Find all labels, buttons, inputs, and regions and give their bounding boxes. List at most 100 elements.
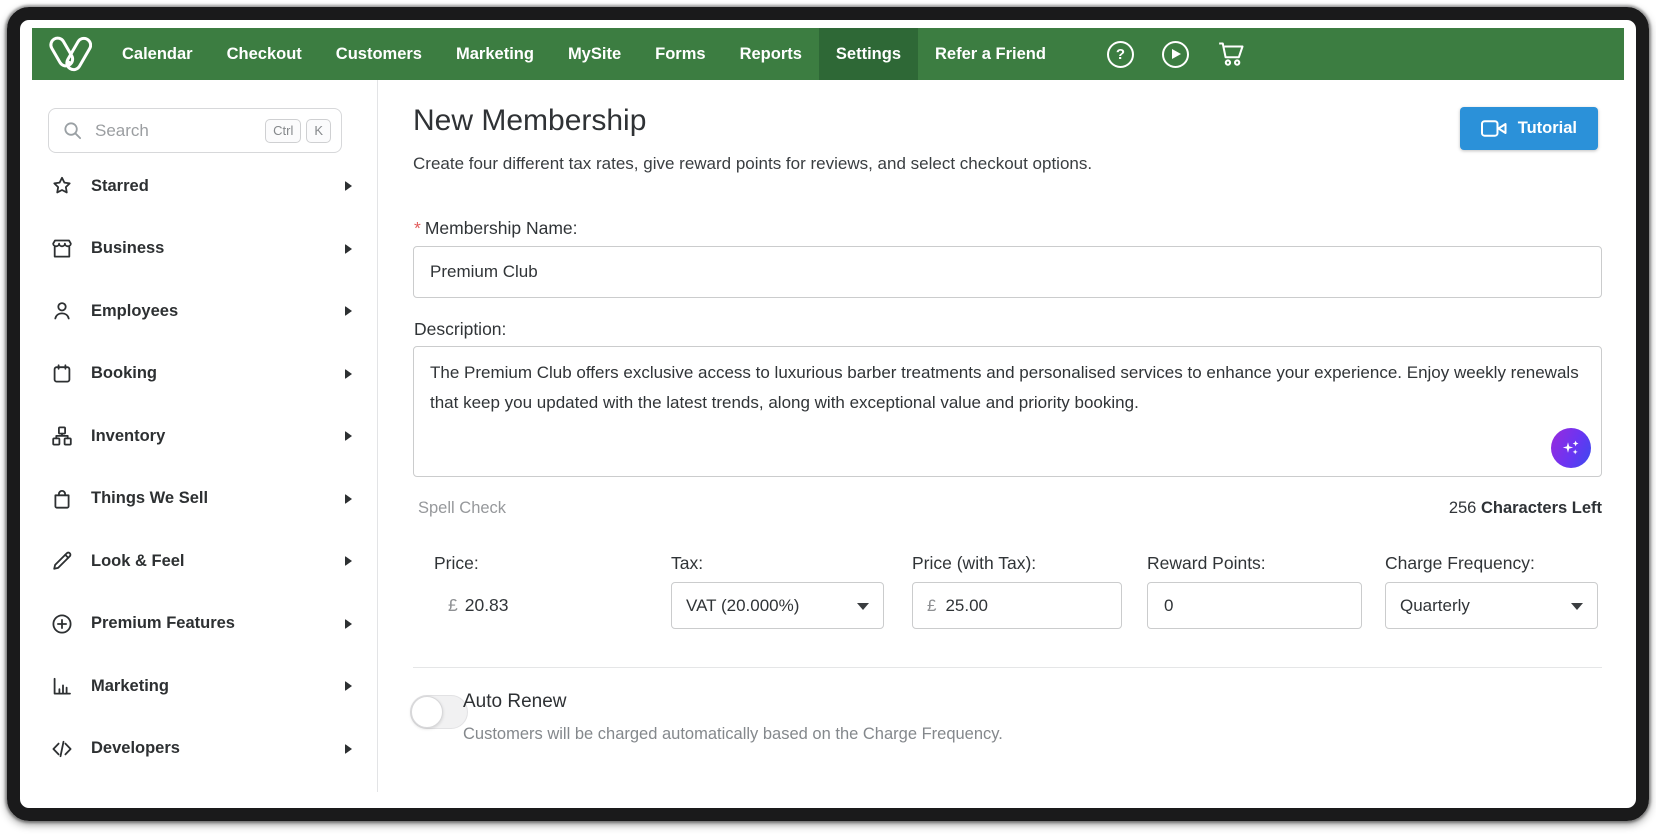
chevron-right-icon	[345, 431, 352, 441]
sidebar-item-label: Things We Sell	[91, 489, 345, 508]
person-icon	[50, 299, 74, 323]
characters-left: 256 Characters Left	[1449, 499, 1602, 518]
tutorial-button[interactable]: Tutorial	[1460, 107, 1598, 150]
charge-frequency-column: Charge Frequency: Quarterly	[1385, 553, 1598, 629]
charge-frequency-value: Quarterly	[1400, 596, 1470, 616]
currency-symbol: £	[927, 596, 936, 616]
tax-dropdown[interactable]: VAT (20.000%)	[671, 582, 884, 629]
video-camera-icon	[1481, 120, 1507, 137]
sidebar-item-marketing[interactable]: Marketing	[50, 655, 352, 718]
chevron-right-icon	[345, 681, 352, 691]
nav-item-calendar[interactable]: Calendar	[105, 28, 210, 80]
nav-item-settings[interactable]: Settings	[819, 28, 918, 80]
cart-icon[interactable]	[1217, 40, 1247, 68]
pencil-icon	[50, 549, 74, 573]
nav-icon-buttons: ?	[1107, 40, 1247, 68]
chevron-right-icon	[345, 556, 352, 566]
chevron-right-icon	[345, 181, 352, 191]
sidebar-item-developers[interactable]: Developers	[50, 718, 352, 781]
reward-points-column: Reward Points:	[1147, 553, 1362, 629]
k-keycap: K	[306, 119, 331, 143]
search-icon	[62, 120, 83, 141]
main-content: New Membership Create four different tax…	[413, 80, 1602, 792]
sidebar-divider	[377, 80, 378, 792]
nav-item-reports[interactable]: Reports	[723, 28, 819, 80]
chevron-right-icon	[345, 244, 352, 254]
section-divider	[413, 667, 1602, 668]
sidebar-item-label: Inventory	[91, 427, 345, 446]
auto-renew-title: Auto Renew	[463, 691, 567, 713]
nav-menu: Calendar Checkout Customers Marketing My…	[105, 28, 1063, 80]
nav-item-marketing[interactable]: Marketing	[439, 28, 551, 80]
sidebar-item-label: Starred	[91, 177, 345, 196]
description-label: Description:	[414, 319, 506, 340]
sidebar-item-label: Booking	[91, 364, 345, 383]
description-textarea[interactable]: The Premium Club offers exclusive access…	[413, 346, 1602, 477]
chevron-right-icon	[345, 494, 352, 504]
boxes-icon	[50, 424, 74, 448]
help-icon[interactable]: ?	[1107, 41, 1134, 68]
bag-icon	[50, 487, 74, 511]
sidebar-item-label: Marketing	[91, 677, 345, 696]
sidebar-item-employees[interactable]: Employees	[50, 280, 352, 343]
ai-assist-button[interactable]	[1551, 428, 1591, 468]
reward-points-input[interactable]	[1162, 595, 1347, 617]
price-label: Price:	[434, 553, 509, 574]
sidebar-menu: Starred Business Employees Booking Inven…	[50, 155, 352, 780]
chevron-down-icon	[857, 603, 869, 610]
sidebar-item-starred[interactable]: Starred	[50, 155, 352, 218]
nav-item-mysite[interactable]: MySite	[551, 28, 638, 80]
sidebar-item-inventory[interactable]: Inventory	[50, 405, 352, 468]
price-with-tax-input[interactable]	[943, 595, 1107, 617]
sparkles-icon	[1560, 437, 1582, 459]
nav-item-checkout[interactable]: Checkout	[210, 28, 319, 80]
characters-left-label: Characters Left	[1481, 499, 1602, 517]
currency-symbol: £	[448, 595, 458, 615]
reward-points-label: Reward Points:	[1147, 553, 1362, 574]
code-icon	[50, 737, 74, 761]
nav-item-refer-a-friend[interactable]: Refer a Friend	[918, 28, 1063, 80]
chevron-right-icon	[345, 619, 352, 629]
search-input[interactable]	[93, 120, 260, 142]
calendar-icon	[50, 362, 74, 386]
price-with-tax-label: Price (with Tax):	[912, 553, 1122, 574]
price-with-tax-column: Price (with Tax): £	[912, 553, 1122, 629]
chevron-right-icon	[345, 306, 352, 316]
chevron-right-icon	[345, 744, 352, 754]
sidebar-item-booking[interactable]: Booking	[50, 343, 352, 406]
toggle-knob	[411, 696, 443, 728]
membership-name-label: *Membership Name:	[414, 218, 578, 239]
auto-renew-description: Customers will be charged automatically …	[463, 725, 1003, 744]
nav-item-customers[interactable]: Customers	[319, 28, 439, 80]
top-nav: Calendar Checkout Customers Marketing My…	[32, 28, 1624, 80]
tax-dropdown-value: VAT (20.000%)	[686, 596, 799, 616]
sidebar-item-label: Premium Features	[91, 614, 345, 633]
chevron-right-icon	[345, 369, 352, 379]
charge-frequency-dropdown[interactable]: Quarterly	[1385, 582, 1598, 629]
price-column: Price: £20.83	[434, 553, 509, 616]
sidebar-item-things-we-sell[interactable]: Things We Sell	[50, 468, 352, 531]
sidebar-item-label: Look & Feel	[91, 552, 345, 571]
video-play-icon[interactable]	[1162, 41, 1189, 68]
charge-frequency-label: Charge Frequency:	[1385, 553, 1598, 574]
plus-circle-icon	[50, 612, 74, 636]
play-triangle-icon	[1172, 49, 1181, 59]
page-subtitle: Create four different tax rates, give re…	[413, 154, 1092, 174]
characters-left-count: 256	[1449, 499, 1477, 517]
page-title: New Membership	[413, 104, 646, 138]
sidebar-item-business[interactable]: Business	[50, 218, 352, 281]
membership-name-input[interactable]	[413, 246, 1602, 298]
nav-item-forms[interactable]: Forms	[638, 28, 722, 80]
required-marker: *	[414, 218, 421, 238]
vagaro-logo-icon[interactable]	[46, 31, 93, 78]
spell-check-link[interactable]: Spell Check	[418, 499, 506, 518]
auto-renew-toggle[interactable]	[410, 695, 468, 729]
ctrl-keycap: Ctrl	[265, 119, 301, 143]
sidebar-item-look-and-feel[interactable]: Look & Feel	[50, 530, 352, 593]
sidebar-item-label: Developers	[91, 739, 345, 758]
price-value: £20.83	[448, 595, 509, 616]
sidebar-item-premium-features[interactable]: Premium Features	[50, 593, 352, 656]
chevron-down-icon	[1571, 603, 1583, 610]
tax-column: Tax: VAT (20.000%)	[671, 553, 884, 629]
sidebar-search[interactable]: Ctrl K	[48, 108, 342, 153]
